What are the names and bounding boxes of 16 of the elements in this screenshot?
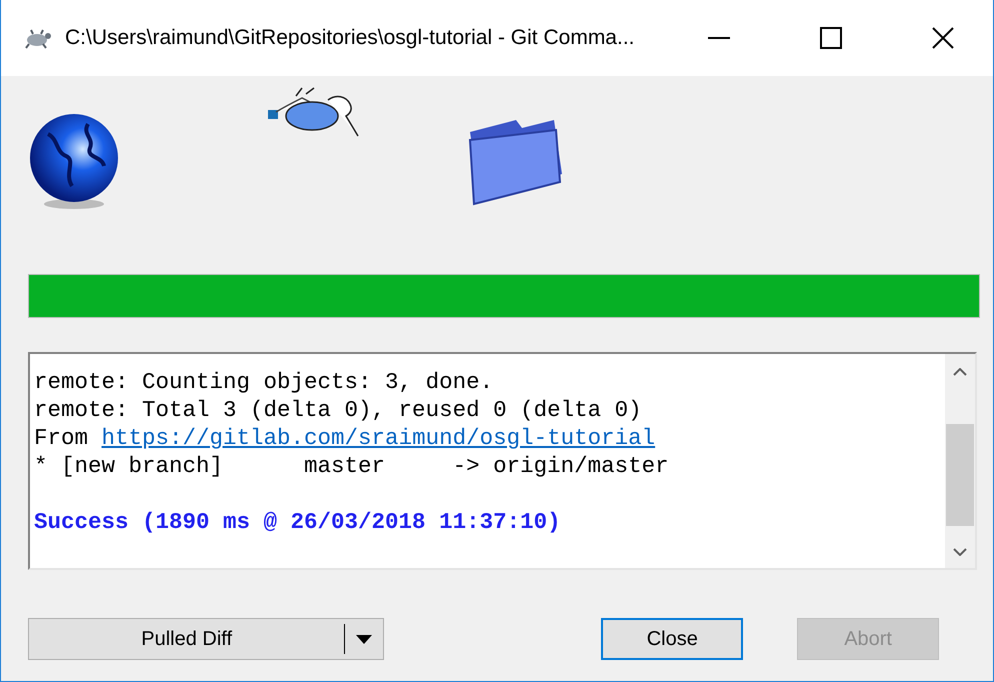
caret-icon[interactable] — [356, 634, 372, 644]
repository-link[interactable]: https://gitlab.com/sraimund/osgl-tutorial — [102, 425, 656, 451]
scroll-down-icon[interactable] — [953, 548, 967, 556]
scrollbar-thumb[interactable] — [946, 424, 974, 526]
maximize-icon[interactable] — [820, 27, 842, 49]
scroll-up-icon[interactable] — [953, 368, 967, 376]
log-line: remote: Counting objects: 3, done. — [34, 368, 494, 396]
log-line: * [new branch] master -> origin/master — [34, 452, 670, 480]
log-text: From — [34, 425, 90, 451]
close-icon[interactable] — [932, 27, 954, 49]
globe-icon — [28, 114, 120, 210]
window-title: C:\Users\raimund\GitRepositories\osgl-tutorial - Git Comma... — [65, 26, 636, 50]
success-message: Success (1890 ms @ 26/03/2018 11:37:10) — [34, 508, 562, 536]
split-button[interactable]: Pulled Diff — [28, 618, 384, 660]
log-line: remote: Total 3 (delta 0), reused 0 (delta 0) — [34, 396, 643, 424]
close-button[interactable]: Close — [601, 618, 744, 660]
